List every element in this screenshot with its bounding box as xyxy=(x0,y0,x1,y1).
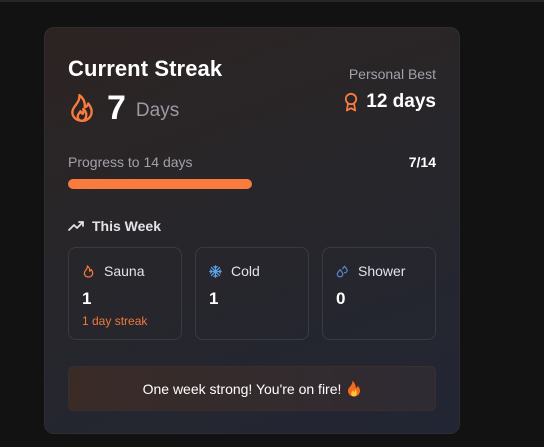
stat-card-shower: Shower 0 xyxy=(322,247,436,340)
stat-card-sauna: Sauna 1 1 day streak xyxy=(68,247,182,340)
stat-label: Shower xyxy=(358,263,406,279)
stat-value: 0 xyxy=(336,289,346,308)
streak-count: 7 xyxy=(107,89,126,127)
flame-icon xyxy=(71,93,93,123)
progress-bar xyxy=(68,179,436,189)
stat-value: 1 xyxy=(82,289,92,308)
stat-label: Cold xyxy=(231,263,260,279)
stat-header: Shower xyxy=(336,263,405,279)
stat-header: Cold xyxy=(209,263,260,279)
flame-icon xyxy=(83,264,94,278)
motivation-banner: One week strong! You're on fire! xyxy=(68,366,436,411)
progress-label: Progress to 14 days xyxy=(68,154,193,170)
card-title: Current Streak xyxy=(68,56,223,81)
stat-streak-note: 1 day streak xyxy=(82,314,148,328)
stat-header: Sauna xyxy=(82,263,144,279)
this-week-header: This Week xyxy=(68,218,161,234)
progress-bar-fill xyxy=(68,179,252,189)
personal-best: 12 days xyxy=(343,91,436,113)
trending-up-icon xyxy=(68,221,84,231)
personal-best-label: Personal Best xyxy=(348,66,436,82)
stat-value: 1 xyxy=(209,289,219,308)
award-icon xyxy=(345,92,358,112)
window-top-border xyxy=(0,0,544,2)
this-week-label: This Week xyxy=(92,218,161,234)
stat-label: Sauna xyxy=(104,263,145,279)
stat-card-cold: Cold 1 xyxy=(195,247,309,340)
streak-card: Current Streak 7 Days Personal Best 12 d… xyxy=(44,27,460,434)
streak-unit: Days xyxy=(135,100,180,121)
progress-count: 7/14 xyxy=(408,154,436,170)
banner-message: One week strong! You're on fire! xyxy=(142,380,342,397)
personal-best-value: 12 days xyxy=(366,91,436,112)
droplets-icon xyxy=(336,265,348,277)
streak-row: 7 Days xyxy=(69,88,179,128)
snowflake-icon xyxy=(209,264,222,278)
fire-emoji-icon xyxy=(348,380,361,397)
